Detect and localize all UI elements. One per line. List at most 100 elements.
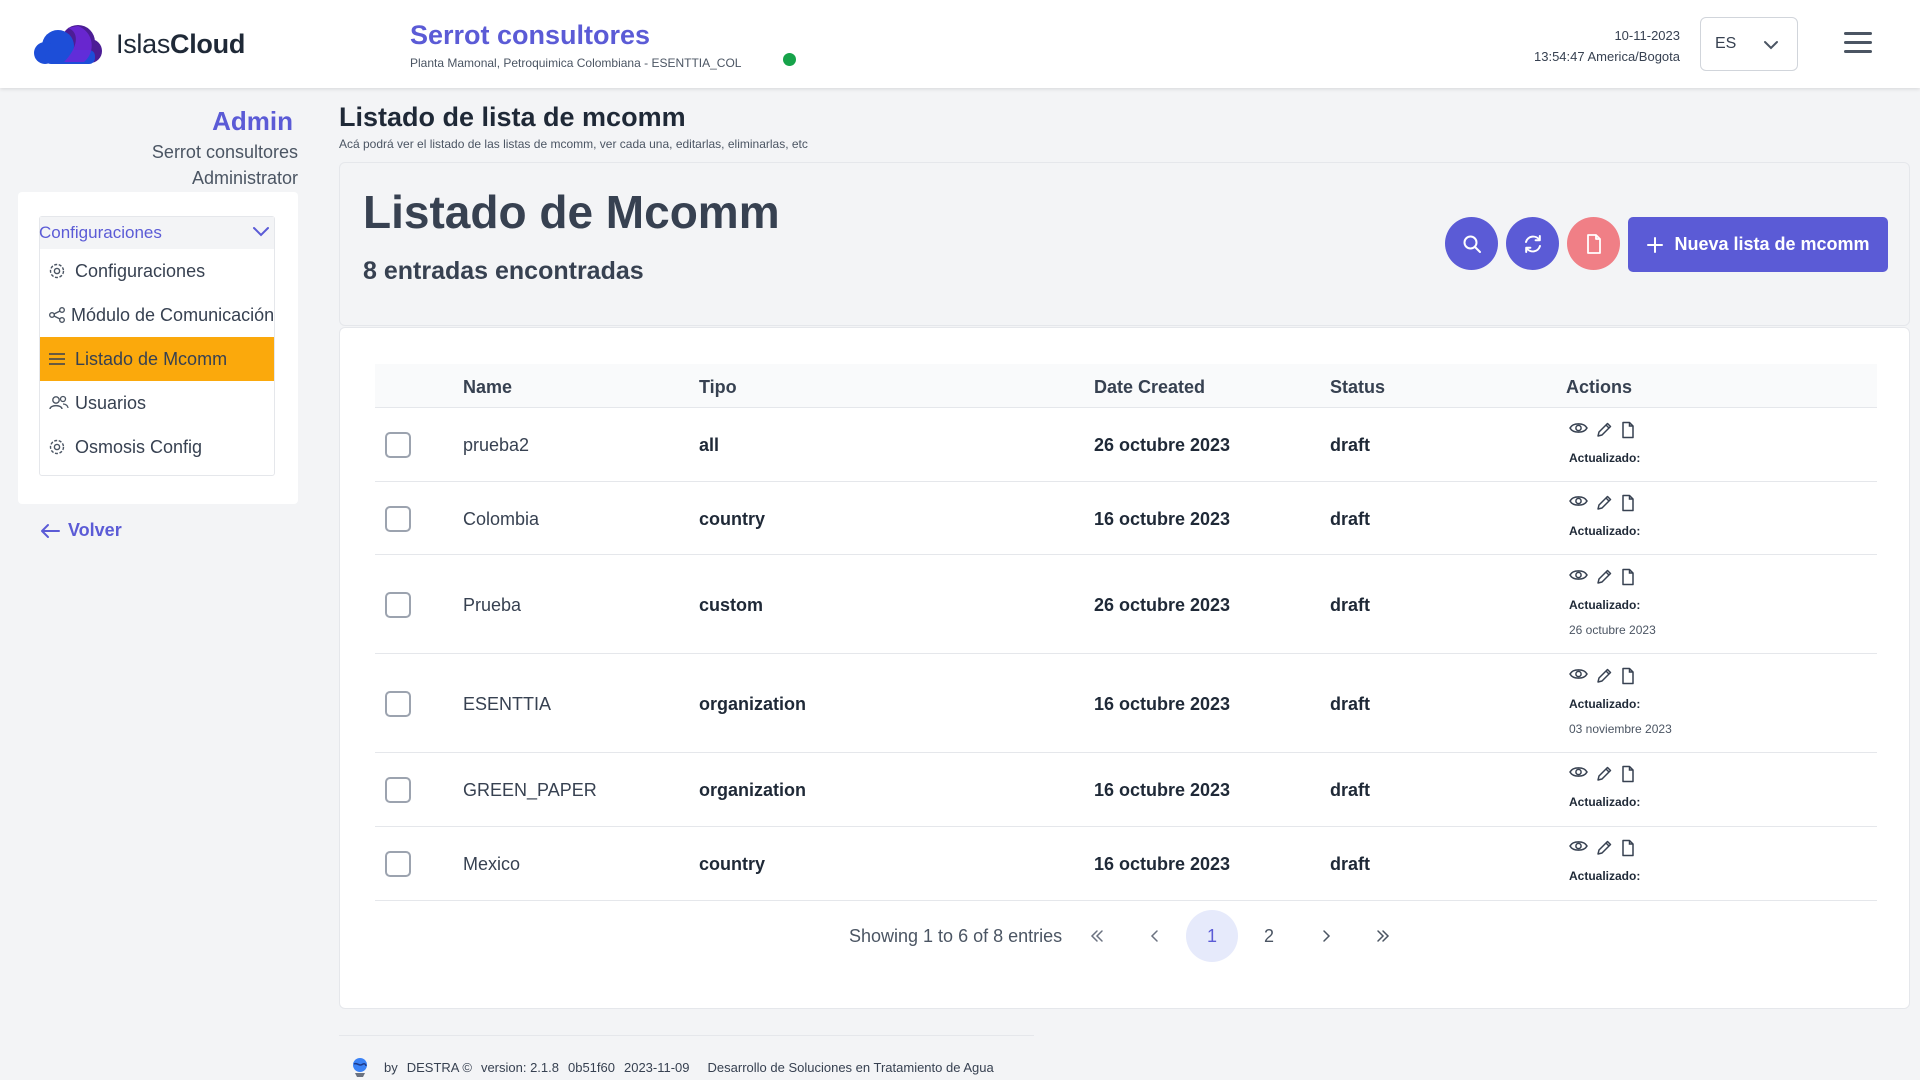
row-actions: Actualizado: [1569, 839, 1640, 883]
edit-icon[interactable] [1595, 765, 1613, 783]
view-icon[interactable] [1569, 839, 1588, 857]
new-button-label: Nueva lista de mcomm [1674, 234, 1870, 254]
current-time: 13:54:47 America/Bogota [1534, 49, 1680, 64]
view-icon[interactable] [1569, 667, 1588, 685]
column-header-tipo[interactable]: Tipo [699, 377, 737, 398]
table-row: Colombia country 16 octubre 2023 draft A… [375, 482, 1877, 555]
sidebar-item-configuraciones[interactable]: Configuraciones [40, 249, 274, 293]
users-icon [48, 394, 70, 412]
share-icon [48, 306, 66, 324]
edit-icon[interactable] [1595, 839, 1613, 857]
view-icon[interactable] [1569, 568, 1588, 586]
row-tipo: custom [699, 595, 764, 615]
view-icon[interactable] [1569, 765, 1588, 783]
document-icon[interactable] [1620, 494, 1636, 512]
column-header-status[interactable]: Status [1330, 377, 1385, 398]
row-checkbox[interactable] [385, 432, 411, 458]
language-value: ES [1715, 35, 1737, 52]
edit-icon[interactable] [1595, 494, 1613, 512]
column-header-date-created[interactable]: Date Created [1094, 377, 1205, 398]
summary-card: Listado de Mcomm 8 entradas encontradas … [339, 162, 1910, 326]
row-name: prueba2 [463, 435, 530, 455]
row-checkbox[interactable] [385, 691, 411, 717]
new-mcomm-list-button[interactable]: Nueva lista de mcomm [1628, 217, 1888, 272]
plus-icon [1647, 236, 1664, 253]
row-checkbox[interactable] [385, 592, 411, 618]
entries-count: 8 entradas encontradas [363, 257, 644, 285]
top-bar: IslasCloud Serrot consultores Planta Mam… [0, 0, 1920, 88]
refresh-button[interactable] [1506, 217, 1559, 270]
chevron-right-icon [1323, 930, 1331, 942]
user-organization: Serrot consultores [151, 142, 298, 162]
sidebar-item-osmosis-config[interactable]: Osmosis Config [40, 425, 274, 469]
row-checkbox[interactable] [385, 777, 411, 803]
gear-icon [48, 262, 70, 280]
row-actions: Actualizado: [1569, 765, 1640, 809]
footer-commit: 0b51f60 [567, 1059, 615, 1075]
globe-logo-icon [353, 1058, 367, 1077]
edit-icon[interactable] [1595, 568, 1613, 586]
page-button-1[interactable]: 1 [1186, 910, 1238, 962]
row-status: draft [1330, 854, 1370, 874]
row-name: Mexico [463, 854, 521, 874]
row-status: draft [1330, 780, 1370, 800]
page-button-2[interactable]: 2 [1243, 910, 1295, 962]
view-icon[interactable] [1569, 421, 1588, 439]
document-icon[interactable] [1620, 421, 1636, 439]
menu-icon[interactable] [1844, 32, 1872, 54]
organization-name: Serrot consultores [410, 20, 651, 50]
footer-company[interactable]: DESTRA © [407, 1060, 472, 1075]
list-icon [48, 351, 70, 367]
updated-label: Actualizado: [1569, 524, 1641, 538]
row-actions: Actualizado: [1569, 494, 1640, 538]
edit-icon[interactable] [1595, 421, 1613, 439]
nav-section-label: Configuraciones [39, 223, 162, 242]
row-date-created: 26 octubre 2023 [1094, 435, 1231, 455]
row-name: ESENTTIA [463, 694, 552, 714]
row-date-created: 16 octubre 2023 [1094, 854, 1231, 874]
last-page-button[interactable] [1357, 910, 1409, 962]
back-link[interactable]: Volver [40, 520, 122, 541]
footer-tagline: Desarrollo de Soluciones en Tratamiento … [707, 1059, 994, 1075]
document-icon[interactable] [1620, 568, 1636, 586]
chevron-left-icon [1150, 930, 1158, 942]
updated-label: Actualizado: [1569, 869, 1641, 883]
row-tipo: country [699, 854, 766, 874]
row-checkbox[interactable] [385, 506, 411, 532]
export-button[interactable] [1567, 217, 1620, 270]
next-page-button[interactable] [1300, 910, 1352, 962]
row-actions: Actualizado: 26 octubre 2023 [1569, 568, 1656, 637]
table-row: Prueba custom 26 octubre 2023 draft Actu… [375, 555, 1877, 654]
previous-page-button[interactable] [1129, 910, 1181, 962]
chevrons-right-icon [1377, 930, 1390, 942]
row-checkbox[interactable] [385, 851, 411, 877]
row-tipo: organization [699, 694, 806, 714]
sidebar-item-usuarios[interactable]: Usuarios [40, 381, 274, 425]
row-status: draft [1330, 694, 1370, 714]
view-icon[interactable] [1569, 494, 1588, 512]
row-tipo: all [699, 435, 720, 455]
search-button[interactable] [1445, 217, 1498, 270]
column-header-name[interactable]: Name [463, 377, 512, 398]
row-status: draft [1330, 595, 1370, 615]
row-tipo: country [699, 509, 766, 529]
language-select[interactable]: ES [1700, 17, 1798, 71]
footer-by: by [384, 1059, 398, 1075]
updated-date: 26 octubre 2023 [1569, 623, 1656, 637]
edit-icon[interactable] [1595, 667, 1613, 685]
document-icon[interactable] [1620, 765, 1636, 783]
nav-section-header[interactable]: Configuraciones [39, 217, 274, 249]
row-date-created: 16 octubre 2023 [1094, 509, 1231, 529]
document-icon[interactable] [1620, 839, 1636, 857]
gear-icon [48, 438, 70, 456]
connection-status-dot [783, 53, 796, 66]
footer-build-date: 2023-11-09 [623, 1059, 690, 1075]
islascloud-logo[interactable]: IslasCloud [34, 22, 245, 66]
table-row: GREEN_PAPER organization 16 octubre 2023… [375, 753, 1877, 827]
cloud-logo-icon [34, 25, 102, 64]
sidebar-nav: Configuraciones Configuraciones Módulo d… [39, 216, 275, 476]
sidebar-item-modulo-comunicacion[interactable]: Módulo de Comunicación [40, 293, 274, 337]
first-page-button[interactable] [1071, 910, 1123, 962]
document-icon[interactable] [1620, 667, 1636, 685]
sidebar-item-listado-mcomm[interactable]: Listado de Mcomm [40, 337, 274, 381]
